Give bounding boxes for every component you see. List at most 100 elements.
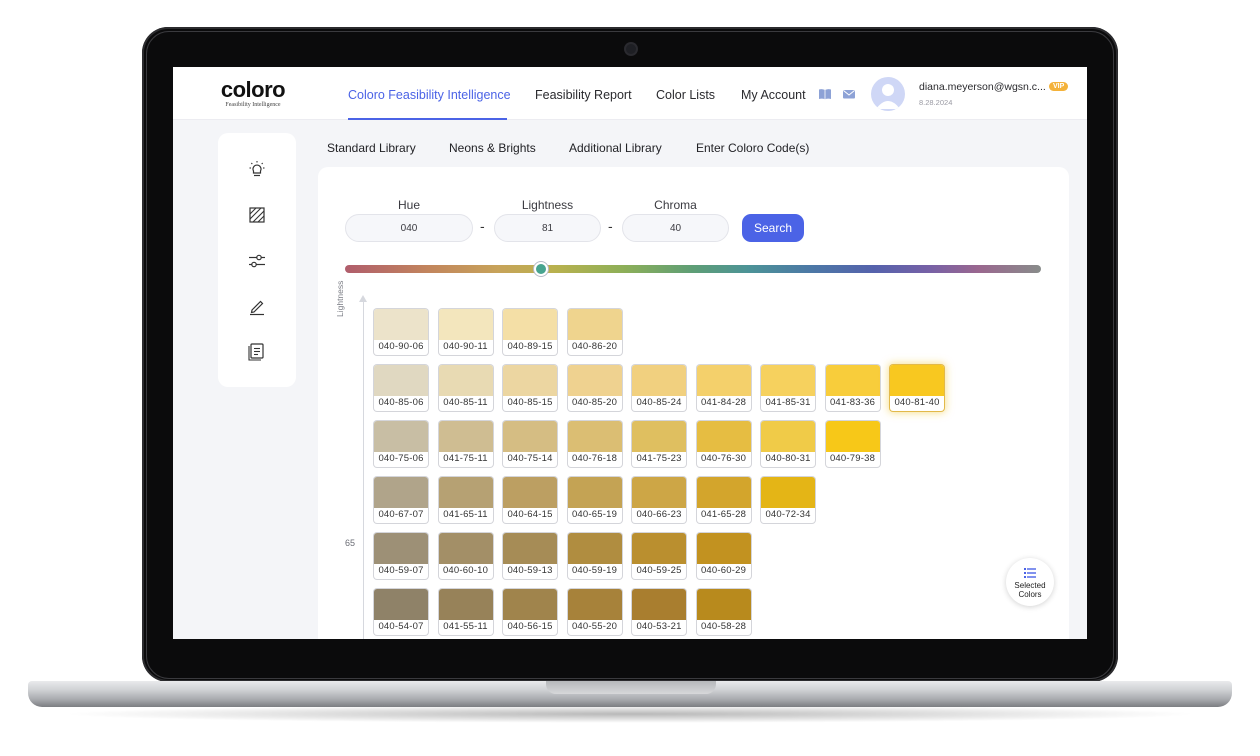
sliders-icon[interactable] [247,251,267,271]
coloro-logo[interactable]: coloro Feasibility Intelligence [217,78,289,109]
color-swatch[interactable]: 041-85-31 [761,365,815,411]
color-swatch[interactable]: 040-89-15 [503,309,557,355]
swatch-color-chip [567,589,622,620]
color-swatch[interactable]: 040-67-07 [374,477,428,523]
color-swatch[interactable]: 040-85-20 [567,365,622,411]
color-swatch[interactable]: 040-59-07 [374,533,428,579]
swatch-code: 040-55-20 [571,621,618,632]
user-avatar[interactable] [871,77,905,111]
range-separator: - [480,218,485,234]
hue-slider-thumb[interactable] [534,262,548,276]
tab-enter-coloro-codes[interactable]: Enter Coloro Code(s) [696,141,809,155]
swatch-color-chip [761,365,815,396]
color-swatch[interactable]: 040-59-25 [632,533,686,579]
swatch-code: 040-79-38 [829,453,876,464]
edit-pencil-icon[interactable] [247,296,267,316]
color-swatch[interactable]: 040-75-06 [374,421,428,467]
selected-colors-button[interactable]: Selected Colors [1006,558,1054,606]
color-swatch[interactable]: 040-76-30 [696,421,751,467]
swatch-code: 041-65-11 [443,509,488,520]
color-swatch[interactable]: 040-81-40 [890,365,944,411]
mail-icon[interactable] [842,87,856,101]
color-swatch[interactable]: 040-75-14 [503,421,557,467]
user-email: diana.meyerson@wgsn.c... [919,81,1046,93]
color-swatch[interactable]: 040-60-10 [438,533,493,579]
list-icon [1024,568,1036,578]
chroma-input[interactable] [622,214,729,242]
swatch-code: 040-67-07 [378,509,424,520]
swatch-color-chip [503,589,557,620]
hue-label: Hue [397,198,420,212]
color-swatch[interactable]: 040-85-06 [374,365,428,411]
swatch-color-chip [567,365,622,396]
color-swatch[interactable]: 041-55-11 [438,589,493,635]
book-icon[interactable] [818,87,832,101]
color-swatch[interactable]: 040-66-23 [632,477,686,523]
swatch-code: 041-75-23 [636,453,682,464]
swatch-code: 040-85-11 [443,397,488,408]
color-swatch[interactable]: 040-72-34 [761,477,815,523]
color-swatch[interactable]: 040-79-38 [825,421,880,467]
color-swatch[interactable]: 041-75-23 [632,421,686,467]
notes-icon[interactable] [247,341,267,361]
color-swatch[interactable]: 040-59-19 [567,533,622,579]
nav-my-account[interactable]: My Account [741,88,806,102]
swatch-color-chip [825,365,880,396]
color-swatch[interactable]: 040-85-15 [503,365,557,411]
color-swatch[interactable]: 041-75-11 [438,421,493,467]
texture-swatch-icon[interactable] [247,205,267,225]
color-swatch[interactable]: 040-60-29 [696,533,751,579]
selected-colors-label: Selected Colors [1014,581,1046,599]
swatch-color-chip [438,365,493,396]
color-swatch[interactable]: 040-65-19 [567,477,622,523]
swatch-color-chip [696,365,751,396]
active-nav-indicator [348,118,507,120]
nav-coloro-feasibility-intelligence[interactable]: Coloro Feasibility Intelligence [348,88,511,102]
color-swatch[interactable]: 040-64-15 [503,477,557,523]
color-swatch[interactable]: 040-76-18 [567,421,622,467]
laptop-shadow [60,705,1200,723]
color-swatch[interactable]: 040-55-20 [567,589,622,635]
tab-neons-brights[interactable]: Neons & Brights [449,141,536,155]
color-swatch[interactable]: 041-83-36 [825,365,880,411]
hue-input[interactable] [345,214,473,242]
color-swatch[interactable]: 040-54-07 [374,589,428,635]
search-button[interactable]: Search [742,214,804,242]
swatch-code: 040-58-28 [700,621,747,632]
swatch-code: 040-59-13 [507,565,553,576]
color-swatch[interactable]: 041-65-28 [696,477,751,523]
color-swatch[interactable]: 040-86-20 [567,309,622,355]
color-swatch[interactable]: 041-65-11 [438,477,493,523]
swatch-color-chip [567,477,622,508]
color-swatch[interactable]: 040-59-13 [503,533,557,579]
color-swatch[interactable]: 040-90-06 [374,309,428,355]
swatch-color-chip [503,533,557,564]
lightbulb-icon[interactable] [247,160,267,180]
nav-color-lists[interactable]: Color Lists [656,88,715,102]
color-swatch[interactable]: 040-90-11 [438,309,493,355]
swatch-color-chip [503,421,557,452]
color-swatch[interactable]: 040-85-24 [632,365,686,411]
swatch-code: 040-75-06 [378,453,424,464]
swatch-color-chip [503,309,557,340]
color-swatch[interactable]: 040-85-11 [438,365,493,411]
swatch-code: 040-85-15 [507,397,553,408]
swatch-code: 040-85-24 [636,397,682,408]
swatch-code: 040-85-20 [571,397,618,408]
color-swatch[interactable]: 041-84-28 [696,365,751,411]
swatch-color-chip [438,533,493,564]
swatch-color-chip [696,589,751,620]
swatch-code: 040-53-21 [636,621,682,632]
color-swatch[interactable]: 040-80-31 [761,421,815,467]
swatch-code: 040-89-15 [507,341,553,352]
range-separator: - [608,218,613,234]
nav-feasibility-report[interactable]: Feasibility Report [535,88,632,102]
lightness-axis [363,297,364,639]
tab-standard-library[interactable]: Standard Library [327,141,416,155]
color-swatch[interactable]: 040-53-21 [632,589,686,635]
color-swatch[interactable]: 040-58-28 [696,589,751,635]
lightness-input[interactable] [494,214,601,242]
hue-slider-track[interactable] [345,265,1041,273]
color-swatch[interactable]: 040-56-15 [503,589,557,635]
tab-additional-library[interactable]: Additional Library [569,141,662,155]
